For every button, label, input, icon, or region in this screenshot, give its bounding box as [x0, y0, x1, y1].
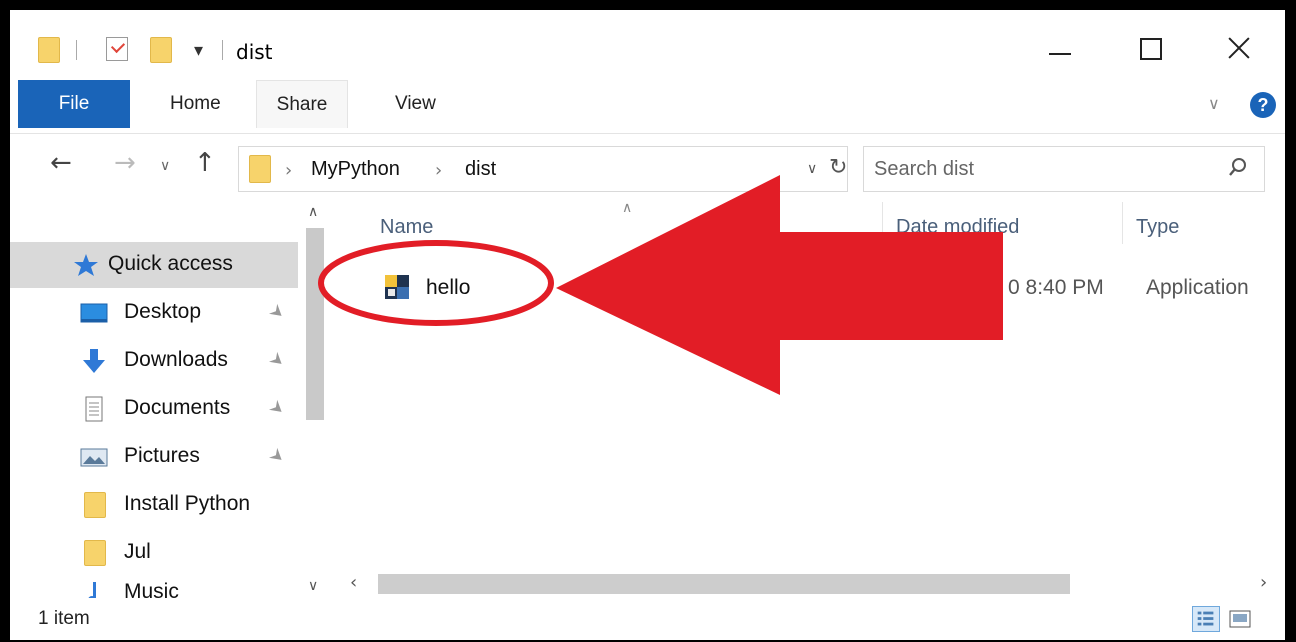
nav-item-label: Pictures — [124, 444, 200, 467]
file-explorer-window: ▾ dist File Home Share View ∨ ? ← → ∨ ↑ … — [10, 10, 1285, 640]
item-count: 1 item — [38, 608, 90, 629]
table-row[interactable]: hello 0 8:40 PM Application — [370, 270, 1280, 310]
screenshot-frame: ▾ dist File Home Share View ∨ ? ← → ∨ ↑ … — [0, 0, 1296, 642]
divider — [76, 40, 77, 60]
download-arrow-icon — [83, 349, 105, 373]
file-list: ∧ Name Date modified Type hello 0 8:40 P… — [340, 198, 1285, 598]
nav-item-label: Downloads — [124, 348, 228, 371]
column-header-type[interactable]: Type — [1136, 216, 1179, 239]
column-header-name[interactable]: Name — [380, 216, 433, 239]
nav-item-documents[interactable]: Documents ⮞ — [10, 386, 298, 432]
address-bar[interactable]: › MyPython › dist ∨ ↻ — [238, 146, 848, 192]
column-divider[interactable] — [882, 202, 883, 244]
scroll-up-icon[interactable]: ∧ — [308, 204, 318, 220]
pictures-icon — [80, 448, 108, 467]
pin-icon[interactable]: ⮞ — [267, 445, 289, 468]
ribbon: File Home Share View ∨ ? — [10, 80, 1285, 134]
scrollbar-thumb[interactable] — [378, 574, 1070, 594]
navigation-bar: ← → ∨ ↑ › MyPython › dist ∨ ↻ — [10, 134, 1285, 198]
scroll-down-icon[interactable]: ∨ — [308, 578, 318, 594]
chevron-down-icon[interactable]: ∨ — [807, 161, 817, 177]
nav-item-label: Documents — [124, 396, 231, 419]
tab-file[interactable]: File — [18, 80, 130, 128]
file-name[interactable]: hello — [426, 276, 470, 300]
nav-item-music[interactable]: Music — [10, 578, 298, 598]
chevron-right-icon[interactable]: › — [285, 160, 292, 181]
window-title: dist — [236, 40, 273, 64]
column-divider[interactable] — [1122, 202, 1123, 244]
scrollbar-thumb[interactable] — [306, 228, 324, 420]
divider — [222, 40, 223, 60]
star-icon — [74, 254, 98, 276]
search-icon[interactable] — [1226, 155, 1250, 179]
maximize-button[interactable] — [1124, 28, 1174, 68]
document-icon — [85, 396, 103, 422]
search-box[interactable] — [863, 146, 1265, 192]
nav-item-install-python[interactable]: Install Python — [10, 482, 298, 528]
chevron-right-icon[interactable]: › — [435, 160, 442, 181]
pin-icon[interactable]: ⮞ — [267, 301, 289, 324]
help-icon[interactable]: ? — [1250, 92, 1276, 118]
customize-toolbar-icon[interactable]: ▾ — [194, 40, 203, 61]
details-view-icon[interactable] — [1192, 606, 1220, 632]
scroll-left-icon[interactable]: ‹ — [350, 572, 357, 593]
close-button[interactable] — [1214, 28, 1264, 68]
horizontal-scrollbar[interactable]: ‹ › — [340, 570, 1285, 598]
nav-item-label: Jul — [124, 540, 151, 563]
application-icon — [385, 275, 409, 299]
tab-share[interactable]: Share — [256, 80, 348, 128]
nav-item-label: Desktop — [124, 300, 202, 323]
minimize-button[interactable] — [1035, 28, 1085, 68]
pin-icon[interactable]: ⮞ — [267, 349, 289, 372]
status-bar: 1 item — [10, 598, 1285, 640]
desktop-icon — [80, 303, 108, 323]
title-bar: ▾ dist — [10, 10, 1285, 80]
file-type: Application — [1146, 276, 1249, 299]
breadcrumb-mypython[interactable]: MyPython — [311, 158, 400, 181]
music-icon — [88, 582, 96, 598]
expand-ribbon-icon[interactable]: ∨ — [1208, 94, 1220, 113]
folder-icon — [84, 540, 106, 566]
large-icons-view-icon[interactable] — [1228, 608, 1252, 630]
recent-locations-icon[interactable]: ∨ — [160, 158, 170, 174]
nav-item-quick-access[interactable]: Quick access — [10, 242, 298, 288]
tab-view[interactable]: View — [395, 80, 436, 128]
breadcrumb-dist[interactable]: dist — [465, 158, 496, 181]
forward-arrow-icon[interactable]: → — [114, 148, 136, 178]
nav-item-label: Install Python — [124, 492, 251, 515]
nav-item-desktop[interactable]: Desktop ⮞ — [10, 290, 298, 336]
folder-icon — [38, 37, 60, 63]
refresh-icon[interactable]: ↻ — [829, 155, 847, 180]
nav-item-downloads[interactable]: Downloads ⮞ — [10, 338, 298, 384]
navigation-pane: Quick access Desktop ⮞ Downloads ⮞ Docum… — [10, 198, 340, 598]
nav-scrollbar[interactable]: ∧ ∨ — [300, 198, 330, 598]
nav-item-label: Quick access — [108, 252, 233, 275]
file-date-modified: 0 8:40 PM — [1008, 276, 1104, 299]
scroll-right-icon[interactable]: › — [1260, 572, 1267, 593]
new-folder-icon[interactable] — [150, 37, 172, 63]
tab-home[interactable]: Home — [170, 80, 221, 128]
search-input[interactable] — [874, 155, 1204, 183]
folder-icon — [84, 492, 106, 518]
properties-icon[interactable] — [106, 37, 128, 61]
pin-icon[interactable]: ⮞ — [267, 397, 289, 420]
back-arrow-icon[interactable]: ← — [50, 148, 72, 178]
nav-item-jul[interactable]: Jul — [10, 530, 298, 576]
folder-icon — [249, 155, 271, 183]
nav-item-pictures[interactable]: Pictures ⮞ — [10, 434, 298, 480]
up-arrow-icon[interactable]: ↑ — [194, 148, 216, 178]
sort-ascending-icon: ∧ — [622, 200, 633, 216]
column-header-date-modified[interactable]: Date modified — [896, 216, 1019, 239]
nav-item-label: Music — [124, 580, 179, 598]
